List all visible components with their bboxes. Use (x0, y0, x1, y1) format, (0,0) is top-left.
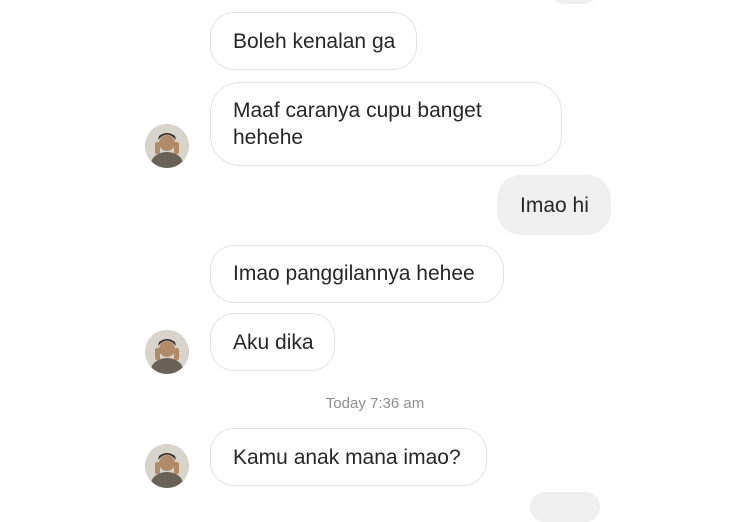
message-bubble-incoming[interactable]: Kamu anak mana imao? (210, 428, 487, 486)
message-text: Imao panggilannya hehee (233, 262, 475, 285)
user-avatar-photo-icon (145, 330, 189, 374)
chat-thread: Boleh kenalan ga Maaf caranya cupu bange… (0, 0, 750, 522)
partial-outgoing-message-top[interactable] (548, 0, 600, 4)
message-text: Maaf caranya cupu banget hehehe (233, 99, 482, 149)
message-timestamp: Today 7:36 am (325, 395, 425, 412)
message-bubble-incoming[interactable]: Imao panggilannya hehee (210, 245, 504, 303)
message-text: Kamu anak mana imao? (233, 446, 461, 469)
message-text: Imao hi (520, 194, 589, 217)
contact-avatar[interactable] (145, 330, 189, 374)
message-bubble-incoming[interactable]: Maaf caranya cupu banget hehehe (210, 82, 562, 166)
contact-avatar[interactable] (145, 444, 189, 488)
message-text: Boleh kenalan ga (233, 30, 396, 53)
partial-outgoing-message-bottom[interactable] (530, 492, 600, 522)
message-bubble-outgoing[interactable]: Imao hi (497, 175, 611, 235)
user-avatar-photo-icon (145, 124, 189, 168)
contact-avatar[interactable] (145, 124, 189, 168)
message-bubble-incoming[interactable]: Boleh kenalan ga (210, 12, 417, 70)
message-bubble-incoming[interactable]: Aku dika (210, 313, 335, 371)
message-text: Aku dika (233, 331, 314, 354)
user-avatar-photo-icon (145, 444, 189, 488)
